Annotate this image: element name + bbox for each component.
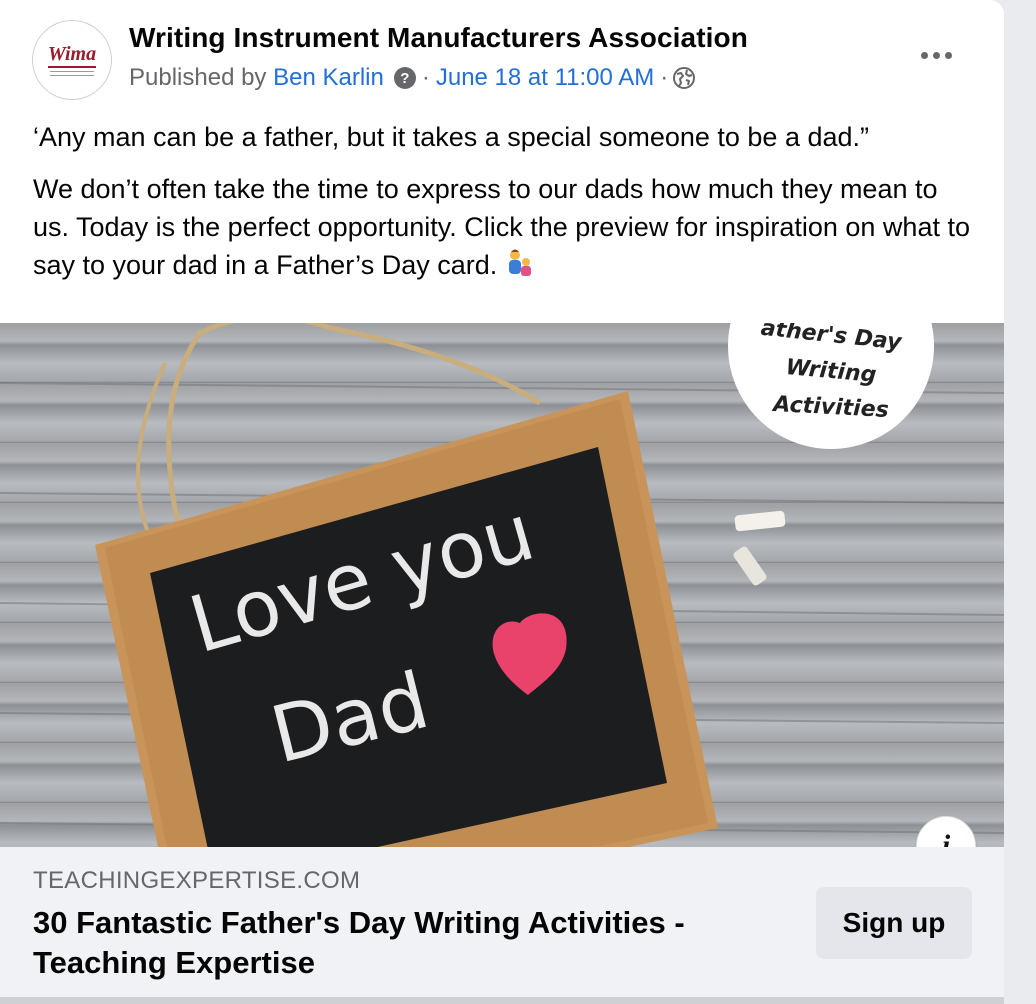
author-link[interactable]: Ben Karlin (273, 64, 384, 92)
link-footer[interactable]: TEACHINGEXPERTISE.COM 30 Fantastic Fathe… (0, 847, 1004, 997)
page-name-link[interactable]: Writing Instrument Manufacturers Associa… (129, 22, 748, 54)
dot (944, 51, 952, 59)
link-preview-image[interactable]: Love you Dad ather's Day Writing Activit… (0, 323, 1004, 847)
family-emoji (508, 249, 531, 276)
separator: · (421, 64, 430, 91)
logo-fine-line (50, 75, 94, 76)
globe-icon[interactable] (672, 66, 696, 90)
post-quote: ‘Any man can be a father, but it takes a… (33, 122, 870, 152)
link-title[interactable]: 30 Fantastic Father's Day Writing Activi… (33, 903, 793, 983)
post-card: Wima Writing Instrument Manufacturers As… (0, 0, 1004, 1004)
post-text: ‘Any man can be a father, but it takes a… (33, 118, 973, 298)
link-domain: TEACHINGEXPERTISE.COM (33, 867, 361, 894)
card-divider (0, 997, 1004, 1004)
logo-fine-line (50, 71, 94, 72)
sign-up-button[interactable]: Sign up (816, 887, 972, 959)
separator: · (660, 64, 669, 91)
post-meta: Published by Ben Karlin ? · June 18 at 1… (129, 64, 696, 92)
post-body: We don’t often take the time to express … (33, 174, 970, 280)
page-avatar[interactable]: Wima (32, 20, 112, 100)
logo-underline (48, 66, 96, 68)
help-icon[interactable]: ? (393, 67, 416, 89)
dot (932, 51, 940, 59)
post-body-paragraph: We don’t often take the time to express … (33, 170, 973, 284)
dot (920, 51, 928, 59)
timestamp-link[interactable]: June 18 at 11:00 AM (436, 64, 654, 92)
published-by-label: Published by (129, 64, 267, 91)
avatar-logo-text: Wima (47, 43, 97, 65)
ellipsis-icon[interactable] (916, 40, 956, 70)
